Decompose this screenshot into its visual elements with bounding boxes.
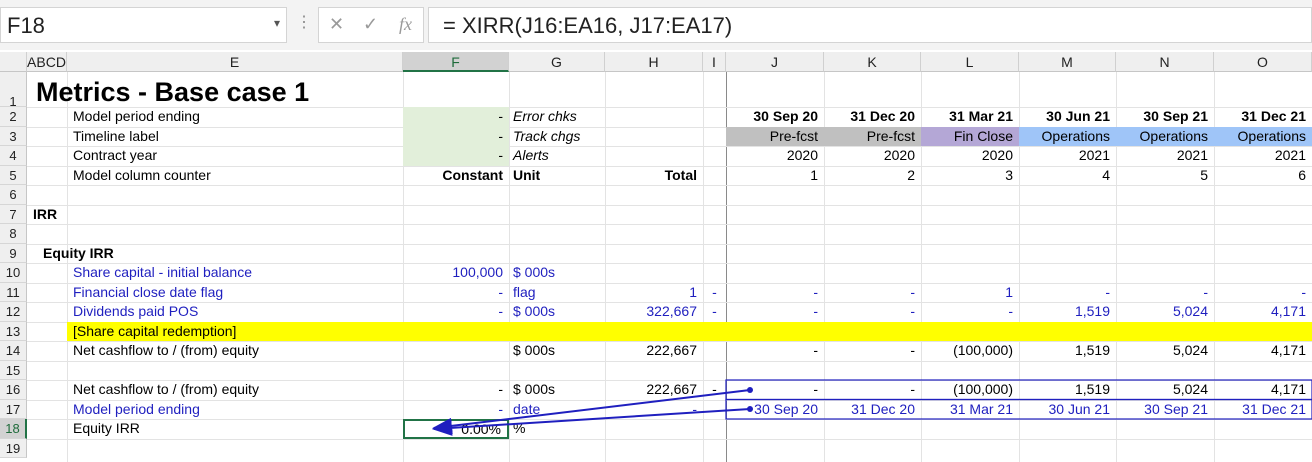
- formula-input[interactable]: = XIRR(J16:EA16, J17:EA17): [428, 7, 1312, 43]
- formula-buttons: ✕ ✓ fx: [318, 7, 424, 43]
- enter-icon[interactable]: ✓: [363, 14, 378, 35]
- spreadsheet-grid: ABCD E F G H I J K L M N O 1 2 3 4 5 6 7…: [0, 52, 1312, 462]
- trace-arrow-row17: [432, 408, 751, 436]
- precedent-range-row16: [725, 379, 1312, 401]
- chevron-down-icon[interactable]: ▾: [274, 16, 280, 30]
- trace-arrow-row16: [432, 389, 751, 434]
- trace-precedents-overlay: [432, 379, 1312, 436]
- cancel-icon[interactable]: ✕: [329, 14, 344, 35]
- name-box-value: F18: [7, 13, 45, 38]
- formula-text: = XIRR(J16:EA16, J17:EA17): [443, 13, 733, 38]
- more-options-icon[interactable]: ⋮: [296, 12, 312, 32]
- precedent-range-row17: [725, 398, 1312, 420]
- insert-function-icon[interactable]: fx: [399, 14, 412, 35]
- formula-bar: F18 ▾ ⋮ ✕ ✓ fx = XIRR(J16:EA16, J17:EA17…: [0, 0, 1312, 50]
- name-box[interactable]: F18 ▾: [0, 7, 287, 43]
